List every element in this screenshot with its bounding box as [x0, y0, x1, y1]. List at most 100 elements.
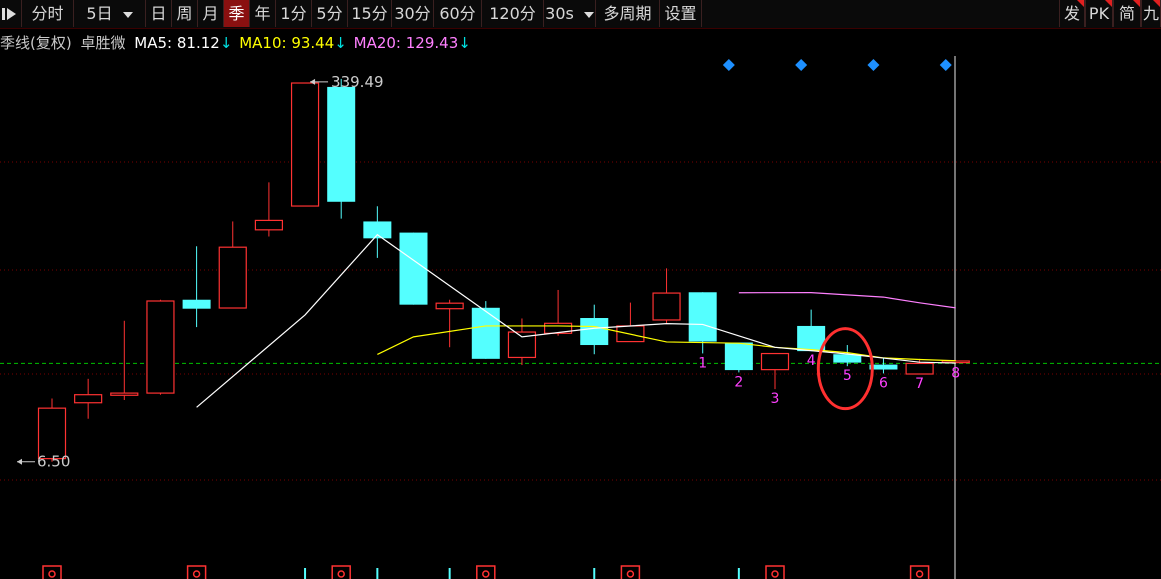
- ma10-line: [377, 325, 956, 362]
- candle-body: [363, 221, 392, 239]
- right-tool-label: 九: [1142, 4, 1159, 23]
- period-label: 季线(复权): [0, 34, 72, 52]
- signal-diamond-icon: [795, 59, 808, 71]
- candle-body: [74, 394, 103, 404]
- volume-flag-mark: [482, 570, 490, 578]
- candle-body: [760, 352, 790, 371]
- dropdown-caret-icon[interactable]: [583, 11, 594, 18]
- period-tab-label: 120分: [489, 4, 536, 23]
- period-tab-13[interactable]: 30s: [544, 0, 596, 27]
- candle-body: [580, 318, 609, 346]
- ma10-down-arrow-icon: ↓: [334, 34, 347, 52]
- period-tab-label: 日: [150, 4, 167, 23]
- period-tab-7[interactable]: 1分: [276, 0, 312, 27]
- candle-body: [254, 219, 283, 231]
- period-tab-3[interactable]: 周: [172, 0, 198, 27]
- ma20-down-arrow-icon: ↓: [458, 34, 471, 52]
- period-tab-label: 年: [254, 4, 271, 23]
- period-tab-9[interactable]: 15分: [348, 0, 392, 27]
- candle-body: [327, 86, 356, 202]
- period-tab-label: 5日: [86, 4, 113, 23]
- period-toolbar: 分时 5日 日周月季年 1分 5分 15分 30分 60分 120分 30s 多周期 设置 发 PK 简九: [0, 0, 1161, 29]
- period-tab-14[interactable]: 多周期: [596, 0, 660, 27]
- volume-flag-mark: [626, 570, 635, 578]
- signal-diamond-icon: [867, 59, 880, 71]
- candle-body: [435, 302, 464, 310]
- period-tab-4[interactable]: 月: [198, 0, 224, 27]
- right-tool-label: 发: [1063, 4, 1080, 23]
- period-tab-0[interactable]: 分时: [22, 0, 74, 27]
- candle-body: [652, 292, 681, 321]
- candle-body: [471, 307, 500, 359]
- volume-flag-mark: [337, 570, 345, 578]
- candle-body: [290, 82, 320, 207]
- right-tool-2[interactable]: 简: [1113, 0, 1141, 27]
- wave-label: 4: [807, 353, 816, 369]
- candle-body: [146, 300, 175, 394]
- period-tab-6[interactable]: 年: [250, 0, 276, 27]
- right-tool-0[interactable]: 发: [1059, 0, 1085, 27]
- candle-body: [905, 362, 934, 375]
- period-tab-label: 设置: [664, 4, 697, 23]
- ma5-value: 81.12: [176, 34, 220, 52]
- period-tab-5[interactable]: 季: [224, 0, 250, 27]
- low-price-label: 6.50: [37, 453, 70, 471]
- wave-label: 8: [951, 365, 960, 381]
- ma20-line: [738, 292, 956, 309]
- panel-toggle-icon[interactable]: [0, 0, 22, 27]
- period-tab-label: 多周期: [603, 4, 652, 23]
- wave-label: 6: [879, 375, 888, 391]
- period-tab-1[interactable]: 5日: [74, 0, 146, 27]
- ma10-label: MA10:: [239, 34, 287, 52]
- candle-body: [110, 392, 139, 396]
- period-tab-2[interactable]: 日: [146, 0, 172, 27]
- right-tool-label: PK: [1088, 4, 1110, 23]
- period-tab-11[interactable]: 60分: [434, 0, 482, 27]
- high-price-label: 339.49: [331, 73, 384, 91]
- stock-name: 卓胜微: [80, 34, 126, 52]
- period-tab-12[interactable]: 120分: [482, 0, 544, 27]
- candle-body: [724, 342, 753, 371]
- period-tab-label: 季: [228, 4, 245, 23]
- period-tab-label: 15分: [351, 4, 388, 23]
- candle-body: [688, 292, 717, 342]
- period-tab-10[interactable]: 30分: [392, 0, 434, 27]
- period-tab-label: 30s: [545, 4, 574, 23]
- wave-label: 7: [915, 376, 924, 392]
- volume-flag-mark: [771, 570, 779, 578]
- wave-label: 1: [698, 355, 707, 371]
- wave-label: 2: [734, 374, 743, 390]
- ma10-value: 93.44: [291, 34, 335, 52]
- period-tab-15[interactable]: 设置: [660, 0, 702, 27]
- period-tab-8[interactable]: 5分: [312, 0, 348, 27]
- signal-diamond-icon: [939, 59, 952, 71]
- volume-flag-mark: [48, 570, 56, 578]
- candle-body: [399, 232, 428, 305]
- right-tool-label: 简: [1118, 4, 1135, 23]
- candlestick-chart[interactable]: 339.49 6.50 1 2 3 4 5 6 7 8: [0, 56, 1161, 579]
- candle-body: [37, 407, 67, 460]
- volume-flag-mark: [192, 570, 201, 578]
- right-tool-3[interactable]: 九: [1141, 0, 1161, 27]
- ma5-label: MA5:: [134, 34, 173, 52]
- low-arrow-icon: [17, 458, 22, 465]
- volume-flag-mark: [915, 570, 924, 578]
- dropdown-caret-icon[interactable]: [122, 11, 133, 18]
- ma20-value: 129.43: [405, 34, 459, 52]
- signal-diamond-icon: [722, 59, 735, 71]
- candle-body: [182, 299, 211, 309]
- wave-label: 3: [771, 391, 780, 407]
- ma5-down-arrow-icon: ↓: [219, 34, 233, 52]
- period-tab-label: 60分: [439, 4, 476, 23]
- right-tool-1[interactable]: PK: [1085, 0, 1113, 27]
- indicator-info-bar: 季线(复权) 卓胜微 MA5: 81.12↓ MA10: 93.44↓ MA20…: [0, 32, 471, 54]
- period-tab-label: 1分: [280, 4, 307, 23]
- period-tab-label: 5分: [316, 4, 343, 23]
- period-tab-label: 周: [176, 4, 193, 23]
- wave-label: 5: [843, 368, 852, 384]
- period-tab-label: 月: [202, 4, 219, 23]
- ma20-label: MA20:: [353, 34, 401, 52]
- candle-body: [218, 246, 247, 309]
- period-tab-label: 30分: [394, 4, 431, 23]
- period-tab-label: 分时: [31, 4, 64, 23]
